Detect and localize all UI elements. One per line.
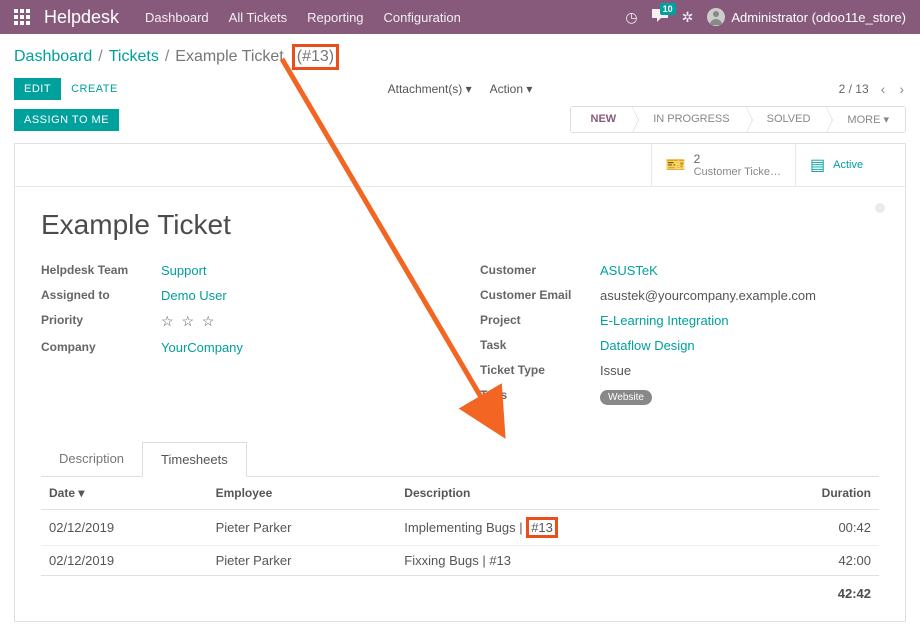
bc-dashboard[interactable]: Dashboard bbox=[14, 48, 92, 66]
messaging-icon[interactable]: 10 bbox=[652, 9, 668, 26]
label-priority: Priority bbox=[41, 313, 161, 330]
pager-next[interactable]: › bbox=[897, 81, 906, 97]
cell-date: 02/12/2019 bbox=[41, 510, 208, 546]
timesheets-table: Date ▾ Employee Description Duration 02/… bbox=[41, 477, 879, 611]
value-company[interactable]: YourCompany bbox=[161, 340, 243, 355]
label-tags: Tags bbox=[480, 388, 600, 405]
pager-text: 2 / 13 bbox=[839, 82, 869, 96]
tab-description[interactable]: Description bbox=[41, 442, 142, 477]
value-project[interactable]: E-Learning Integration bbox=[600, 313, 729, 328]
tag-website[interactable]: Website bbox=[600, 390, 652, 405]
value-ticket-type: Issue bbox=[600, 363, 631, 378]
top-nav: Helpdesk Dashboard All Tickets Reporting… bbox=[0, 0, 920, 34]
label-project: Project bbox=[480, 313, 600, 328]
cell-description: Fixxing Bugs | #13 bbox=[396, 546, 744, 576]
create-button[interactable]: CREATE bbox=[61, 78, 128, 100]
value-assigned-to[interactable]: Demo User bbox=[161, 288, 227, 303]
cell-description: Implementing Bugs | #13 bbox=[396, 510, 744, 546]
value-task[interactable]: Dataflow Design bbox=[600, 338, 695, 353]
bc-tickets[interactable]: Tickets bbox=[109, 48, 159, 66]
label-task: Task bbox=[480, 338, 600, 353]
status-more[interactable]: MORE ▾ bbox=[827, 107, 905, 132]
status-new[interactable]: NEW bbox=[571, 107, 634, 132]
action-menu[interactable]: Action ▾ bbox=[490, 82, 533, 96]
th-description[interactable]: Description bbox=[396, 477, 744, 510]
form-sheet: 🎫 2 Customer Ticke… ▤ Active Example Tic… bbox=[14, 143, 906, 622]
row-id-highlight: #13 bbox=[526, 517, 558, 538]
label-company: Company bbox=[41, 340, 161, 355]
left-column: Helpdesk Team Support Assigned to Demo U… bbox=[41, 263, 440, 415]
tab-timesheets[interactable]: Timesheets bbox=[142, 442, 247, 477]
cell-duration: 42:00 bbox=[745, 546, 879, 576]
nav-reporting[interactable]: Reporting bbox=[307, 10, 363, 25]
cell-date: 02/12/2019 bbox=[41, 546, 208, 576]
user-label: Administrator (odoo11e_store) bbox=[731, 10, 906, 25]
label-assigned-to: Assigned to bbox=[41, 288, 161, 303]
tabs: Description Timesheets bbox=[41, 441, 879, 477]
bc-id-highlight: (#13) bbox=[292, 44, 339, 70]
cell-employee: Pieter Parker bbox=[208, 546, 397, 576]
breadcrumb: Dashboard / Tickets / Example Ticket (#1… bbox=[14, 44, 339, 70]
value-helpdesk-team[interactable]: Support bbox=[161, 263, 207, 278]
pager: 2 / 13 ‹ › bbox=[839, 81, 906, 97]
apps-icon[interactable] bbox=[14, 9, 30, 25]
assign-to-me-button[interactable]: ASSIGN TO ME bbox=[14, 109, 119, 131]
table-row[interactable]: 02/12/2019 Pieter Parker Fixxing Bugs | … bbox=[41, 546, 879, 576]
nav-configuration[interactable]: Configuration bbox=[384, 10, 461, 25]
kanban-state-dot[interactable] bbox=[875, 203, 885, 213]
cell-employee: Pieter Parker bbox=[208, 510, 397, 546]
ticket-icon: 🎫 bbox=[666, 155, 686, 175]
th-duration[interactable]: Duration bbox=[745, 477, 879, 510]
edit-button[interactable]: EDIT bbox=[14, 78, 61, 100]
bc-current: Example Ticket bbox=[175, 48, 283, 66]
status-solved[interactable]: SOLVED bbox=[747, 107, 828, 132]
right-column: Customer ASUSTeK Customer Email asustek@… bbox=[480, 263, 879, 415]
label-customer: Customer bbox=[480, 263, 600, 278]
control-panel: Dashboard / Tickets / Example Ticket (#1… bbox=[0, 34, 920, 106]
cell-duration: 00:42 bbox=[745, 510, 879, 546]
attachments-menu[interactable]: Attachment(s) ▾ bbox=[388, 82, 472, 96]
th-employee[interactable]: Employee bbox=[208, 477, 397, 510]
avatar bbox=[707, 8, 725, 26]
status-row: ASSIGN TO ME NEW IN PROGRESS SOLVED MORE… bbox=[0, 106, 920, 143]
debug-icon[interactable]: ✲ bbox=[682, 9, 694, 26]
messaging-badge: 10 bbox=[660, 3, 676, 15]
customer-tickets-button[interactable]: 🎫 2 Customer Ticke… bbox=[651, 144, 795, 186]
brand: Helpdesk bbox=[44, 7, 119, 28]
pager-prev[interactable]: ‹ bbox=[879, 81, 888, 97]
nav-dashboard[interactable]: Dashboard bbox=[145, 10, 209, 25]
label-ticket-type: Ticket Type bbox=[480, 363, 600, 378]
active-label: Active bbox=[833, 159, 863, 171]
statusbar: NEW IN PROGRESS SOLVED MORE ▾ bbox=[570, 106, 906, 133]
customer-tickets-count: 2 bbox=[694, 152, 781, 166]
page-title: Example Ticket bbox=[41, 209, 879, 241]
archive-icon: ▤ bbox=[810, 155, 825, 175]
label-customer-email: Customer Email bbox=[480, 288, 600, 303]
nav-all-tickets[interactable]: All Tickets bbox=[229, 10, 288, 25]
status-in-progress[interactable]: IN PROGRESS bbox=[633, 107, 746, 132]
user-menu[interactable]: Administrator (odoo11e_store) bbox=[707, 8, 906, 26]
th-date[interactable]: Date ▾ bbox=[41, 477, 208, 510]
button-box: 🎫 2 Customer Ticke… ▤ Active bbox=[15, 144, 905, 187]
priority-stars[interactable]: ☆ ☆ ☆ bbox=[161, 313, 216, 330]
table-total: 42:42 bbox=[41, 576, 879, 612]
active-toggle[interactable]: ▤ Active bbox=[795, 144, 905, 186]
value-customer-email: asustek@yourcompany.example.com bbox=[600, 288, 816, 303]
label-helpdesk-team: Helpdesk Team bbox=[41, 263, 161, 278]
customer-tickets-label: Customer Ticke… bbox=[694, 166, 781, 178]
nav-right: ◷ 10 ✲ Administrator (odoo11e_store) bbox=[625, 8, 906, 26]
value-customer[interactable]: ASUSTeK bbox=[600, 263, 658, 278]
nav-links: Dashboard All Tickets Reporting Configur… bbox=[145, 10, 625, 25]
clock-icon[interactable]: ◷ bbox=[625, 9, 637, 26]
table-row[interactable]: 02/12/2019 Pieter Parker Implementing Bu… bbox=[41, 510, 879, 546]
